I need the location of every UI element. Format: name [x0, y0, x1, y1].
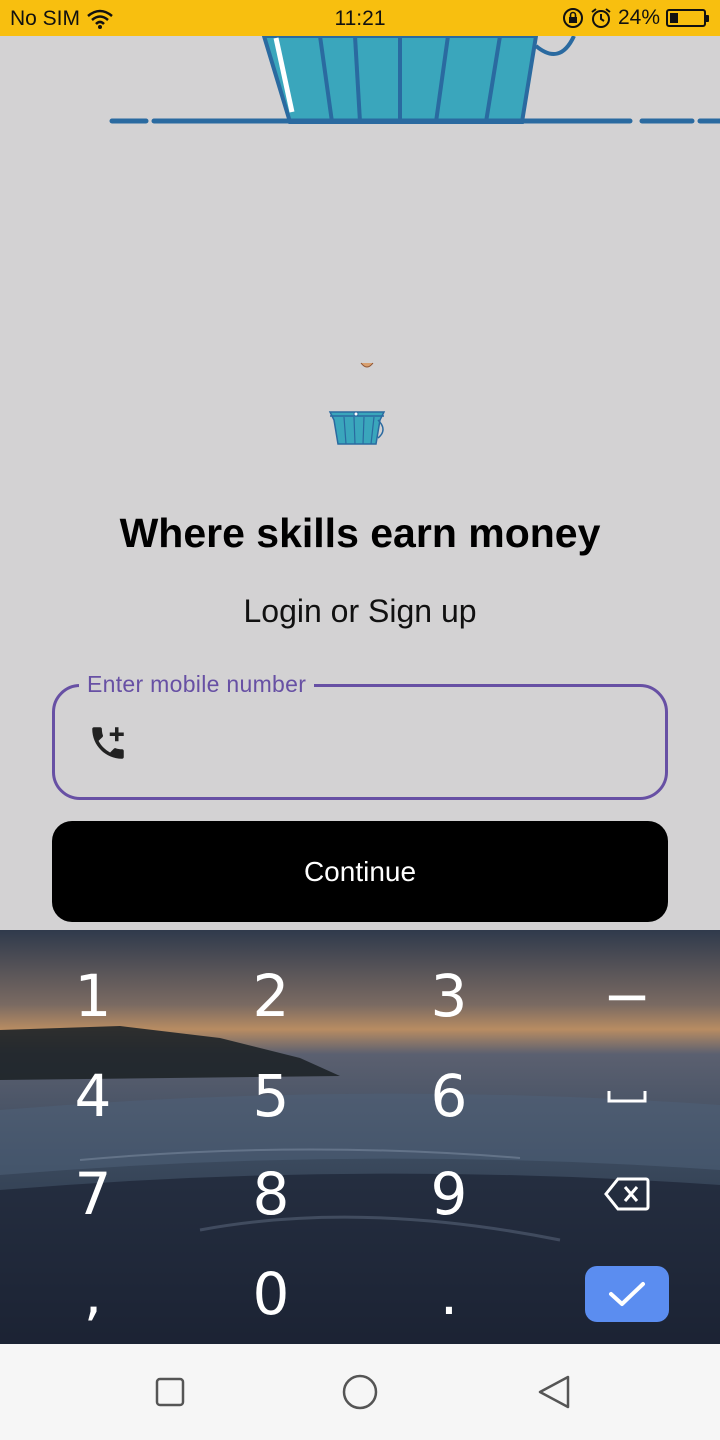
key-9-label: 9: [430, 1160, 468, 1228]
battery-percent: 24%: [617, 6, 660, 29]
backspace-icon: [604, 1177, 650, 1211]
key-5-label: 5: [252, 1062, 290, 1130]
back-button[interactable]: [534, 1372, 574, 1412]
mobile-number-field[interactable]: Enter mobile number: [52, 671, 668, 800]
battery-icon: [666, 9, 709, 27]
key-4-label: 4: [74, 1062, 112, 1130]
key-space[interactable]: [552, 1048, 702, 1144]
key-1-label: 1: [74, 962, 112, 1030]
home-button[interactable]: [340, 1372, 380, 1412]
key-6[interactable]: 6: [374, 1048, 524, 1144]
key-7-label: 7: [74, 1160, 112, 1228]
status-bar: No SIM 11:21 24%: [0, 0, 720, 36]
key-period-label: .: [439, 1260, 459, 1328]
battery-level: [670, 13, 678, 23]
key-7[interactable]: 7: [18, 1146, 168, 1242]
space-icon: [607, 1091, 647, 1103]
key-1[interactable]: 1: [18, 948, 168, 1044]
key-comma[interactable]: ,: [18, 1246, 168, 1342]
phone-add-icon: [92, 727, 124, 759]
key-0[interactable]: 0: [196, 1246, 346, 1342]
mobile-number-label: Enter mobile number: [79, 671, 315, 698]
key-5[interactable]: 5: [196, 1048, 346, 1144]
key-3-label: 3: [430, 962, 468, 1030]
basket-small-icon: [328, 411, 386, 445]
back-icon: [538, 1375, 570, 1409]
key-6-label: 6: [430, 1062, 468, 1130]
key-0-label: 0: [252, 1260, 290, 1328]
continue-button[interactable]: Continue: [52, 821, 668, 922]
alarm-icon: [591, 8, 611, 28]
checkmark-icon: [609, 1282, 645, 1306]
status-right: 24%: [562, 6, 709, 30]
recent-apps-icon: [155, 1377, 185, 1407]
rotation-lock-icon: [562, 8, 583, 28]
key-done[interactable]: [585, 1266, 669, 1322]
page-subtitle: Login or Sign up: [243, 593, 477, 629]
key-4[interactable]: 4: [18, 1048, 168, 1144]
key-minus-label: −: [602, 962, 652, 1030]
key-8[interactable]: 8: [196, 1146, 346, 1242]
numeric-keyboard: 1 2 3 − 4 5 6 7 8 9 , 0 .: [0, 930, 720, 1344]
key-8-label: 8: [252, 1160, 290, 1228]
key-2-label: 2: [252, 962, 290, 1030]
recent-apps-button[interactable]: [150, 1372, 190, 1412]
key-minus[interactable]: −: [552, 948, 702, 1044]
coin-icon: [360, 362, 374, 368]
navigation-bar: [0, 1344, 720, 1440]
key-comma-label: ,: [83, 1260, 103, 1328]
key-backspace[interactable]: [552, 1146, 702, 1242]
basket-illustration: [109, 36, 720, 124]
key-3[interactable]: 3: [374, 948, 524, 1044]
key-period[interactable]: .: [374, 1246, 524, 1342]
key-9[interactable]: 9: [374, 1146, 524, 1242]
key-2[interactable]: 2: [196, 948, 346, 1044]
home-icon: [342, 1374, 378, 1410]
page-title: Where skills earn money: [119, 510, 601, 556]
mobile-number-input[interactable]: [147, 707, 645, 779]
